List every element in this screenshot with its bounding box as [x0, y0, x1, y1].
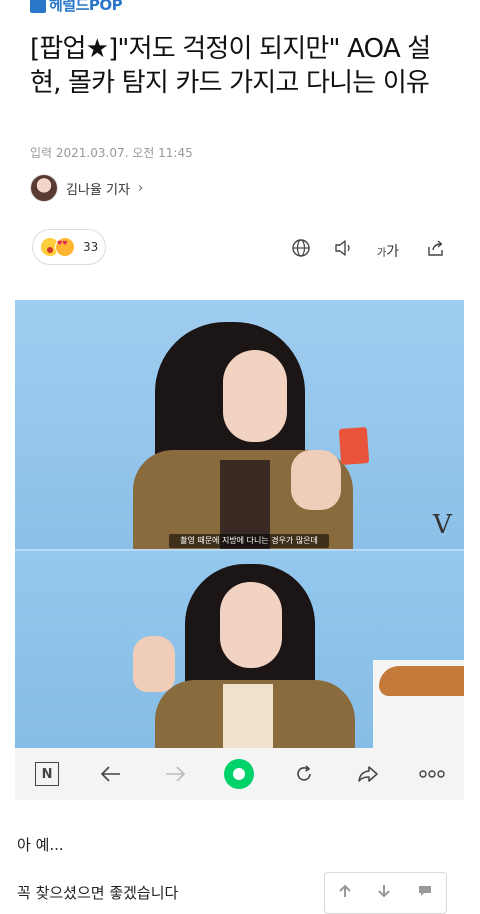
- font-large-label: 가: [386, 244, 400, 260]
- upvote-button[interactable]: [338, 884, 352, 902]
- article-image[interactable]: V 촬영 때문에 지방에 다니는 경우가 많은데: [15, 300, 464, 748]
- downvote-button[interactable]: [377, 884, 391, 902]
- speaker-icon: [335, 240, 350, 256]
- green-dot-button[interactable]: [222, 757, 256, 791]
- share-nav-button[interactable]: [351, 757, 385, 791]
- reaction-button[interactable]: 33: [32, 229, 106, 265]
- avatar: [30, 174, 58, 202]
- reaction-count: 33: [83, 240, 99, 254]
- logo-text: 헤럴드POP: [49, 0, 123, 14]
- browser-toolbar: N: [15, 748, 464, 800]
- comment-text: 꼭 찾으셨으면 좋겠습니다: [17, 884, 179, 902]
- back-button[interactable]: [94, 757, 128, 791]
- reply-button[interactable]: [417, 884, 433, 902]
- arrow-left-icon: [101, 766, 121, 782]
- site-logo[interactable]: 헤럴드POP: [30, 0, 123, 16]
- comment-actions: [324, 872, 447, 914]
- article-title: [팝업★]"저도 걱정이 되지만" AOA 설현, 몰카 탐지 카드 가지고 다…: [30, 34, 431, 98]
- image-caption: 촬영 때문에 지방에 다니는 경우가 많은데: [169, 534, 329, 548]
- more-dots-icon: [419, 770, 445, 778]
- refresh-icon: [296, 765, 311, 781]
- chevron-right-icon: ›: [137, 180, 144, 196]
- article-dateline: 입력 2021.03.07. 오전 11:45: [30, 146, 193, 160]
- n-icon: N: [35, 762, 60, 786]
- heart-eyes-emoji-icon: [55, 237, 75, 257]
- naver-home-button[interactable]: N: [30, 757, 64, 791]
- comment-text: 아 예...: [17, 836, 64, 854]
- globe-icon: [292, 239, 310, 257]
- forward-button[interactable]: [158, 757, 192, 791]
- translate-button[interactable]: [289, 236, 313, 260]
- share-button[interactable]: [424, 236, 448, 260]
- arrow-right-icon: [166, 766, 186, 782]
- author-link[interactable]: 김나율 기자 ›: [30, 174, 143, 202]
- logo-mark-icon: [30, 0, 46, 13]
- reload-button[interactable]: [287, 757, 321, 791]
- watermark: V: [433, 510, 452, 540]
- font-small-label: 가: [376, 247, 387, 259]
- green-dot-icon: [224, 759, 255, 789]
- image-panel-bottom: [15, 551, 464, 748]
- font-size-button[interactable]: 가가: [376, 239, 400, 263]
- author-name: 김나율 기자: [66, 182, 130, 198]
- image-panel-top: V 촬영 때문에 지방에 다니는 경우가 많은데: [15, 300, 464, 549]
- speech-bubble-icon: [419, 886, 432, 896]
- arrow-down-icon: [378, 885, 391, 898]
- detector-card: [338, 427, 370, 465]
- share-icon: [428, 240, 443, 256]
- share-arrow-icon: [358, 766, 378, 782]
- more-button[interactable]: [415, 757, 449, 791]
- arrow-up-icon: [339, 884, 351, 897]
- listen-button[interactable]: [332, 236, 356, 260]
